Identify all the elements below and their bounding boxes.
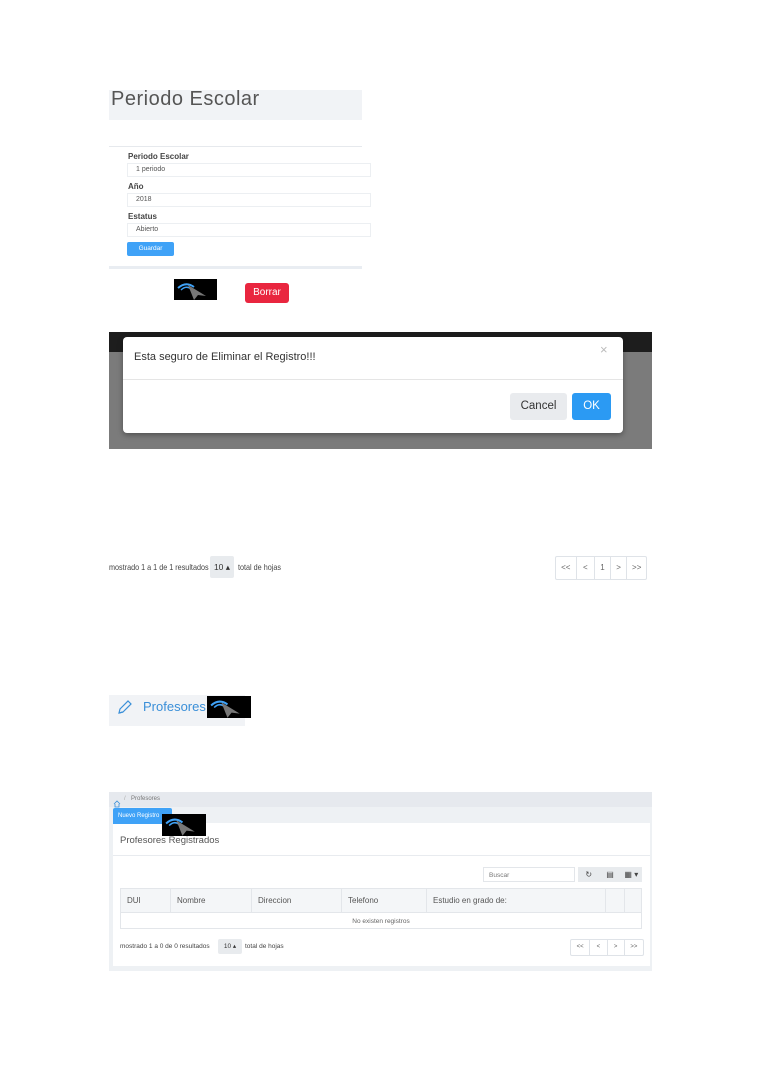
pencil-icon xyxy=(117,699,133,715)
periodo-title: Periodo Escolar xyxy=(111,88,260,110)
page-last[interactable]: >> xyxy=(627,557,646,579)
page-next[interactable]: > xyxy=(608,940,625,955)
page-prev[interactable]: < xyxy=(577,557,596,579)
status-field[interactable]: Abierto xyxy=(127,223,371,237)
column-header[interactable]: Telefono xyxy=(342,889,427,913)
close-icon[interactable]: × xyxy=(600,342,608,357)
column-header[interactable]: Direccion xyxy=(252,889,342,913)
ok-button[interactable]: OK xyxy=(572,393,611,420)
delete-button[interactable]: Borrar xyxy=(245,283,289,303)
pagination-summary: mostrado 1 a 0 de 0 resultados xyxy=(120,943,210,950)
pagination-total-label: total de hojas xyxy=(238,562,281,572)
page-number[interactable]: 1 xyxy=(595,557,611,579)
cancel-button[interactable]: Cancel xyxy=(510,393,567,420)
pagination-controls: << < 1 > >> xyxy=(555,556,647,580)
pagination-total-label: total de hojas xyxy=(245,943,284,950)
cursor-icon xyxy=(207,696,251,718)
year-field[interactable]: 2018 xyxy=(127,193,371,207)
sidebar-item-label: Profesores xyxy=(143,699,206,714)
divider xyxy=(109,146,362,147)
periodo-field-label: Periodo Escolar xyxy=(128,152,189,161)
modal-message: Esta seguro de Eliminar el Registro!!! xyxy=(134,351,316,363)
pagination-controls: << < > >> xyxy=(570,939,644,956)
page-prev[interactable]: < xyxy=(590,940,608,955)
year-field-label: Año xyxy=(128,182,144,191)
list-icon[interactable]: ▤ xyxy=(599,867,620,882)
divider xyxy=(113,855,650,856)
column-header xyxy=(625,889,641,913)
column-header[interactable]: Nombre xyxy=(171,889,252,913)
pagination-summary: mostrado 1 a 1 de 1 resultados xyxy=(109,562,209,572)
page-first[interactable]: << xyxy=(556,557,577,579)
periodo-field[interactable]: 1 periodo xyxy=(127,163,371,177)
empty-message: No existen registros xyxy=(120,912,642,930)
home-icon[interactable] xyxy=(113,795,121,808)
breadcrumb xyxy=(109,792,652,807)
refresh-icon[interactable]: ↻ xyxy=(578,867,599,882)
column-header xyxy=(606,889,625,913)
panel-title: Profesores Registrados xyxy=(120,835,220,846)
cursor-icon xyxy=(162,814,206,836)
breadcrumb-separator: / xyxy=(124,796,126,802)
page-next[interactable]: > xyxy=(611,557,628,579)
page-size-select[interactable]: 10 ▴ xyxy=(210,556,234,578)
page-last[interactable]: >> xyxy=(625,940,643,955)
column-header[interactable]: DUI xyxy=(121,889,171,913)
divider xyxy=(123,379,623,380)
save-button[interactable]: Guardar xyxy=(127,242,174,256)
page-first[interactable]: << xyxy=(571,940,591,955)
column-header[interactable]: Estudio en grado de: xyxy=(427,889,606,913)
status-field-label: Estatus xyxy=(128,212,157,221)
page-size-select[interactable]: 10 ▴ xyxy=(218,939,242,954)
cursor-icon xyxy=(174,279,217,300)
breadcrumb-item[interactable]: Profesores xyxy=(131,796,160,802)
table-toolbar: ↻ ▤ ▦ ▾ xyxy=(578,867,642,882)
columns-icon[interactable]: ▦ ▾ xyxy=(621,867,642,882)
search-input[interactable]: Buscar xyxy=(483,867,575,882)
